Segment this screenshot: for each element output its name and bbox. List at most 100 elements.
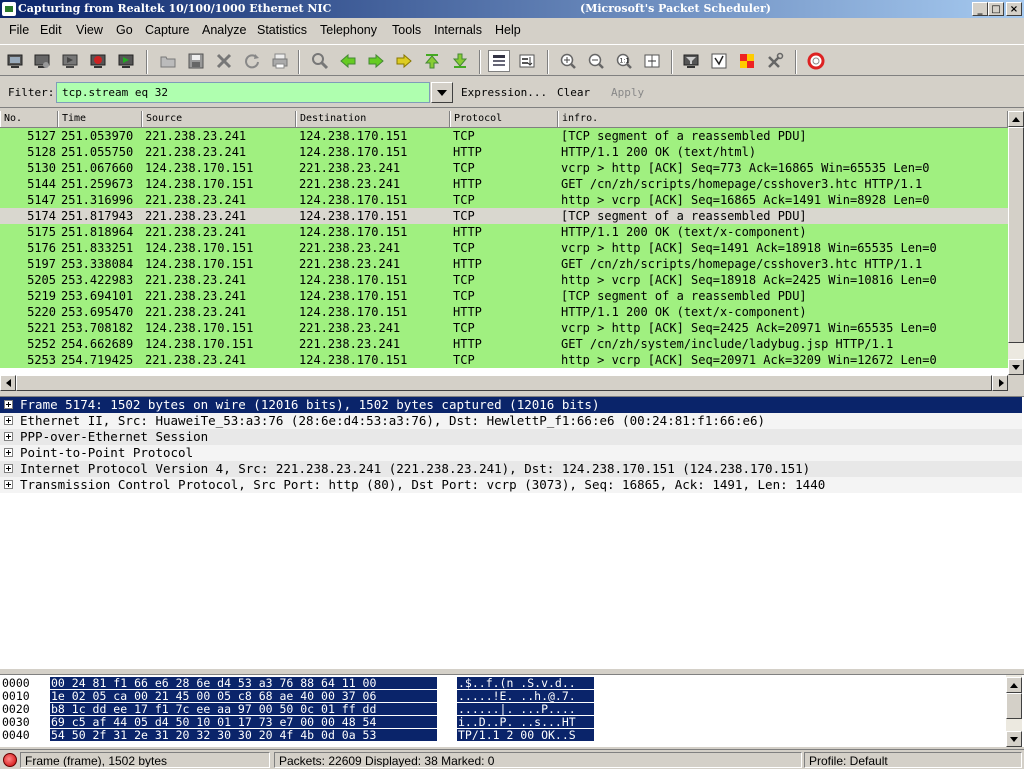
bytes-scroll-down-button[interactable] (1006, 731, 1022, 747)
tree-item[interactable]: Transmission Control Protocol, Src Port:… (0, 477, 1022, 493)
tree-item[interactable]: Frame 5174: 1502 bytes on wire (12016 bi… (0, 397, 1022, 413)
back-icon[interactable] (337, 50, 359, 72)
tree-item[interactable]: Point-to-Point Protocol (0, 445, 1022, 461)
menu-help[interactable]: Help (495, 23, 521, 37)
table-row[interactable]: 5147 251.316996 221.238.23.241 124.238.170.… (0, 192, 1008, 208)
expression-button[interactable]: Expression... (461, 86, 547, 99)
save-icon[interactable] (185, 50, 207, 72)
table-row[interactable]: 5128 251.055750 221.238.23.241 124.238.170.… (0, 144, 1008, 160)
hex-ascii[interactable]: TP/1.1 2 00 OK..S (457, 729, 594, 741)
table-row[interactable]: 5130 251.067660 124.238.170.151 221.238.23.… (0, 160, 1008, 176)
scroll-thumb[interactable] (1008, 127, 1024, 343)
table-row[interactable]: 5253 254.719425 221.238.23.241 124.238.170.… (0, 352, 1008, 368)
hex-ascii[interactable]: .$..f.(n .S.v.d.. (457, 677, 594, 689)
hex-bytes[interactable]: 69 c5 af 44 05 d4 50 10 01 17 73 e7 00 0… (50, 716, 437, 728)
help-icon[interactable] (805, 50, 827, 72)
expert-info-icon[interactable] (3, 753, 17, 767)
table-row[interactable]: 5176 251.833251 124.238.170.151 221.238.23.… (0, 240, 1008, 256)
stop-icon[interactable] (87, 50, 109, 72)
scroll-left-button[interactable] (0, 375, 16, 391)
find-icon[interactable] (309, 50, 331, 72)
menu-edit[interactable]: Edit (40, 23, 62, 37)
expand-plus-icon[interactable] (4, 448, 13, 457)
clear-button[interactable]: Clear (557, 86, 590, 99)
column-header-protocol[interactable]: Protocol (450, 111, 558, 127)
hex-bytes[interactable]: b8 1c dd ee 17 f1 7c ee aa 97 00 50 0c 0… (50, 703, 437, 715)
table-row[interactable]: 5252 254.662689 124.238.170.151 221.238.23.… (0, 336, 1008, 352)
maximize-button[interactable]: □ (988, 2, 1004, 16)
table-row[interactable]: 5205 253.422983 221.238.23.241 124.238.170.… (0, 272, 1008, 288)
expand-plus-icon[interactable] (4, 416, 13, 425)
table-row[interactable]: 5219 253.694101 221.238.23.241 124.238.170.… (0, 288, 1008, 304)
table-row[interactable]: 5175 251.818964 221.238.23.241 124.238.170.… (0, 224, 1008, 240)
scroll-right-button[interactable] (992, 375, 1008, 391)
filter-input[interactable]: tcp.stream eq 32 (56, 82, 430, 103)
colorize-icon[interactable] (488, 50, 510, 72)
tree-item[interactable]: Internet Protocol Version 4, Src: 221.23… (0, 461, 1022, 477)
tree-item[interactable]: PPP-over-Ethernet Session (0, 429, 1022, 445)
autoscroll-icon[interactable] (516, 50, 538, 72)
minimize-button[interactable]: _ (972, 2, 988, 16)
table-row[interactable]: 5197 253.338084 124.238.170.151 221.238.23.… (0, 256, 1008, 272)
options-icon[interactable] (31, 50, 53, 72)
table-row[interactable]: 5220 253.695470 221.238.23.241 124.238.170.… (0, 304, 1008, 320)
column-header-time[interactable]: Time (58, 111, 142, 127)
close-button[interactable]: × (1006, 2, 1022, 16)
zoom-in-icon[interactable] (557, 50, 579, 72)
menu-view[interactable]: View (76, 23, 103, 37)
resize-columns-icon[interactable] (641, 50, 663, 72)
hscroll-thumb[interactable] (16, 375, 992, 391)
packet-list-hscrollbar[interactable] (0, 375, 1008, 391)
reload-icon[interactable] (241, 50, 263, 72)
print-icon[interactable] (269, 50, 291, 72)
hex-bytes[interactable]: 54 50 2f 31 2e 31 20 32 30 30 20 4f 4b 0… (50, 729, 437, 741)
column-header-source[interactable]: Source (142, 111, 296, 127)
menu-file[interactable]: File (9, 23, 29, 37)
expand-plus-icon[interactable] (4, 480, 13, 489)
display-filters-icon[interactable] (708, 50, 730, 72)
restart-icon[interactable] (115, 50, 137, 72)
coloring-rules-icon[interactable] (736, 50, 758, 72)
open-icon[interactable] (157, 50, 179, 72)
hex-ascii[interactable]: .....!E. ..h.@.7. (457, 690, 594, 702)
hex-bytes[interactable]: 1e 02 05 ca 00 21 45 00 05 c8 68 ae 40 0… (50, 690, 437, 702)
menu-internals[interactable]: Internals (434, 23, 482, 37)
column-header-destination[interactable]: Destination (296, 111, 450, 127)
column-header-info[interactable]: infro. (558, 111, 1008, 127)
scroll-down-button[interactable] (1008, 359, 1024, 375)
expand-plus-icon[interactable] (4, 400, 13, 409)
scroll-up-button[interactable] (1008, 111, 1024, 127)
column-header-no[interactable]: No. (0, 111, 58, 127)
menu-tools[interactable]: Tools (392, 23, 421, 37)
start-icon[interactable] (59, 50, 81, 72)
menu-capture[interactable]: Capture (145, 23, 189, 37)
capture-filters-icon[interactable] (680, 50, 702, 72)
packet-list-vscrollbar[interactable] (1008, 111, 1024, 375)
interfaces-icon[interactable] (4, 50, 26, 72)
table-row[interactable]: 5127 251.053970 221.238.23.241 124.238.170.… (0, 128, 1008, 144)
hex-ascii[interactable]: i..D..P. ..s...HT (457, 716, 594, 728)
close-file-icon[interactable] (213, 50, 235, 72)
goto-icon[interactable] (393, 50, 415, 72)
tree-item[interactable]: Ethernet II, Src: HuaweiTe_53:a3:76 (28:… (0, 413, 1022, 429)
menu-statistics[interactable]: Statistics (257, 23, 307, 37)
hex-ascii[interactable]: ......|. ...P.... (457, 703, 594, 715)
zoom-out-icon[interactable] (585, 50, 607, 72)
apply-button[interactable]: Apply (611, 86, 644, 99)
last-icon[interactable] (449, 50, 471, 72)
table-row[interactable]: 5221 253.708182 124.238.170.151 221.238.23.… (0, 320, 1008, 336)
menu-analyze[interactable]: Analyze (202, 23, 246, 37)
expand-plus-icon[interactable] (4, 464, 13, 473)
status-profile[interactable]: Profile: Default (804, 752, 1022, 768)
table-row[interactable]: 5144 251.259673 124.238.170.151 221.238.23.… (0, 176, 1008, 192)
bytes-scroll-thumb[interactable] (1006, 693, 1022, 719)
table-row[interactable]: 5174 251.817943 221.238.23.241 124.238.170.… (0, 208, 1008, 224)
zoom-normal-icon[interactable]: 1:1 (613, 50, 635, 72)
forward-icon[interactable] (365, 50, 387, 72)
bytes-scroll-up-button[interactable] (1006, 677, 1022, 693)
menu-telephony[interactable]: Telephony (320, 23, 377, 37)
expand-plus-icon[interactable] (4, 432, 13, 441)
menu-go[interactable]: Go (116, 23, 133, 37)
filter-dropdown-button[interactable] (431, 82, 453, 103)
preferences-icon[interactable] (764, 50, 786, 72)
